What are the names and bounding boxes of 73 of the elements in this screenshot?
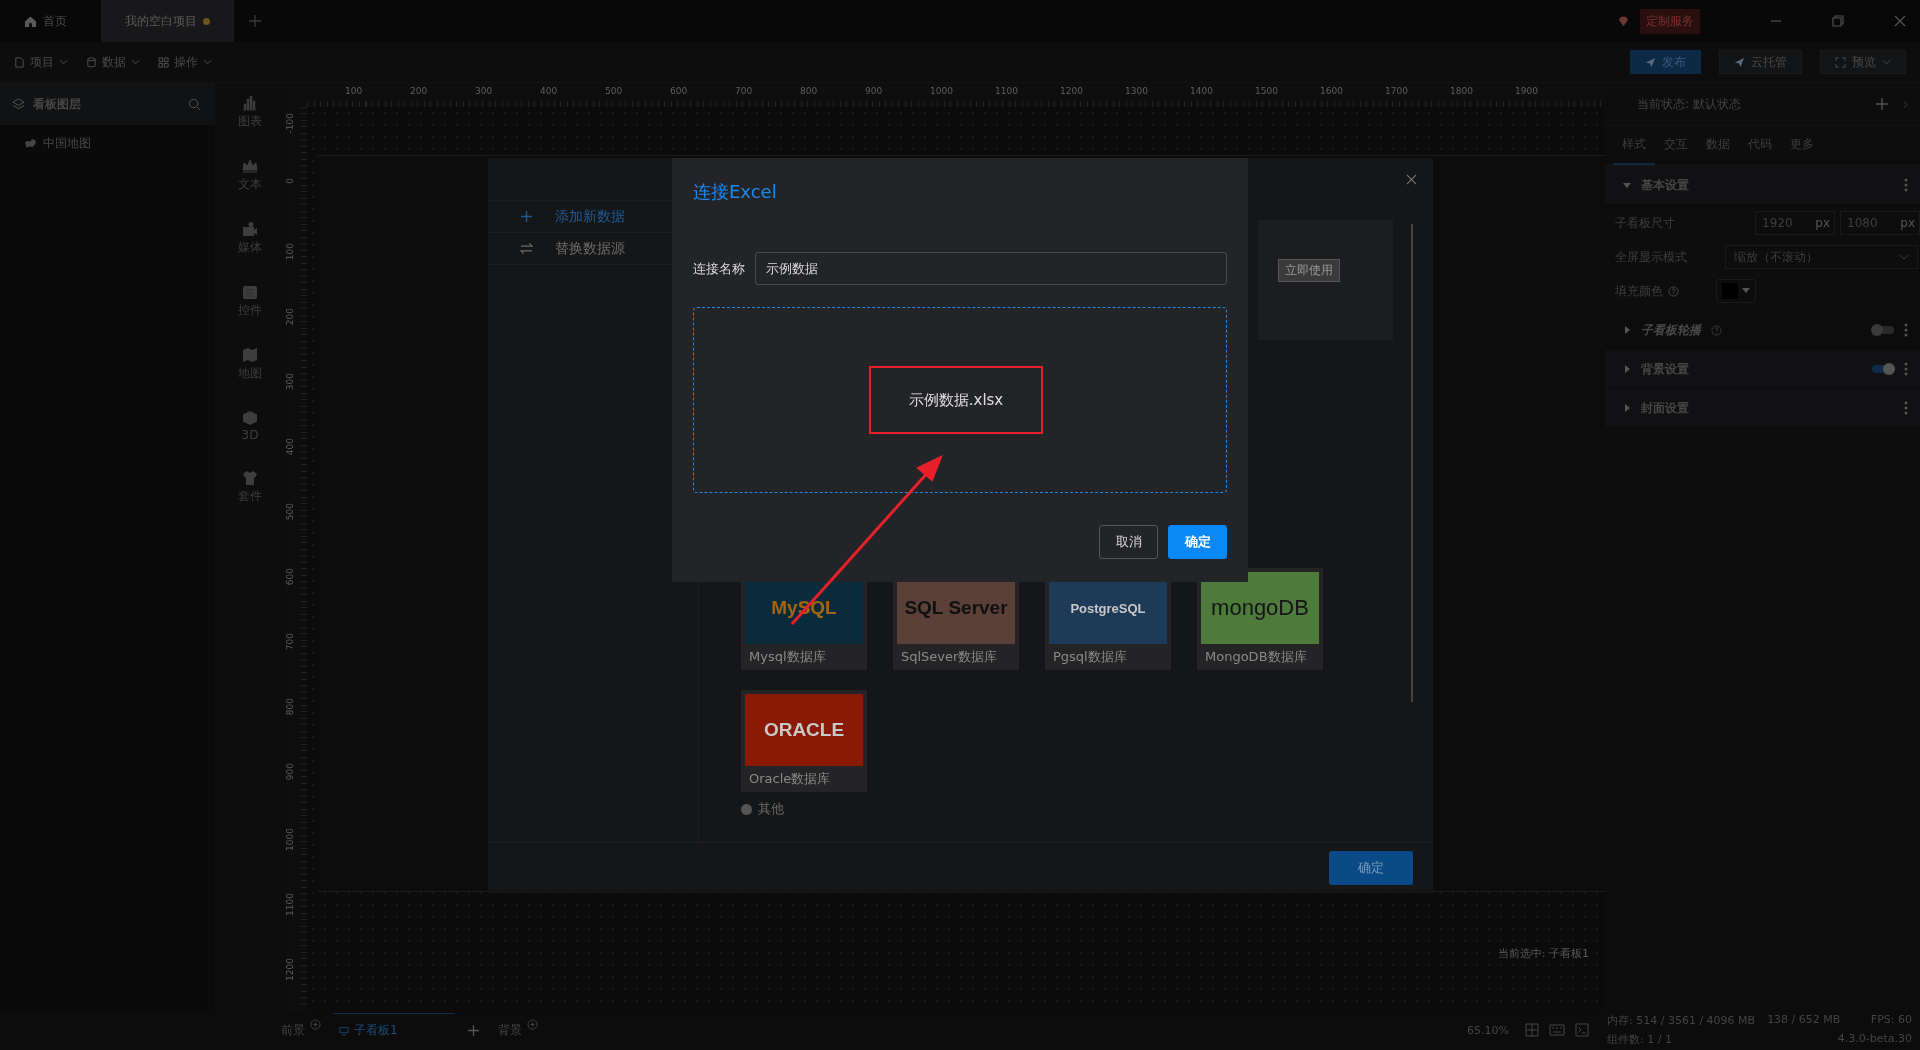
- chevron-down-icon: [1899, 254, 1909, 260]
- document-tab[interactable]: 我的空白项目: [101, 0, 234, 42]
- home-icon: [24, 14, 37, 28]
- database-icon: [86, 56, 97, 68]
- custom-service-button[interactable]: 定制服务: [1640, 8, 1700, 34]
- plus-icon: [520, 210, 533, 223]
- radio-icon[interactable]: [741, 803, 752, 815]
- scrollbar[interactable]: [1411, 224, 1413, 702]
- add-circle-icon[interactable]: [527, 1018, 538, 1030]
- version-label: 4.3.0-beta.30: [1837, 1032, 1912, 1047]
- dialog-button[interactable]: 取消: [1099, 525, 1158, 559]
- database-tile[interactable]: ORACLE Oracle数据库: [741, 690, 867, 792]
- add-circle-icon[interactable]: [310, 1018, 321, 1030]
- diamond-icon: [1617, 14, 1630, 28]
- caret-icon: [1623, 326, 1631, 334]
- keyboard-icon[interactable]: [1549, 1024, 1565, 1036]
- close-icon[interactable]: [1406, 174, 1417, 185]
- caret-icon: [1623, 365, 1631, 373]
- fullscreen-icon: [1835, 56, 1846, 68]
- chevron-down-icon: [59, 59, 68, 65]
- caret-icon: [1623, 181, 1631, 189]
- more-icon[interactable]: [1904, 401, 1908, 415]
- chevron-down-icon: [1882, 59, 1891, 65]
- menu-item[interactable]: 操作: [158, 53, 212, 71]
- send-icon: [1645, 56, 1656, 68]
- caret-down-icon: [1742, 288, 1750, 294]
- database-tile[interactable]: mongoDB MongoDB数据库: [1197, 568, 1323, 670]
- chevron-down-icon: [131, 59, 140, 65]
- map-icon: [242, 347, 258, 363]
- list-icon: [242, 284, 258, 300]
- fps-counter: FPS: 60: [1870, 1013, 1912, 1028]
- layers-icon: [12, 97, 25, 111]
- document-icon: [14, 56, 25, 68]
- help-icon[interactable]: [1668, 285, 1679, 297]
- selection-note: 当前选中: 子看板1: [1497, 946, 1589, 961]
- plus-icon[interactable]: [467, 1023, 480, 1037]
- grid-icon: [158, 56, 169, 68]
- restore-icon[interactable]: [1832, 15, 1844, 27]
- zoom-level[interactable]: 65.10%: [1467, 1023, 1509, 1037]
- more-icon[interactable]: [1904, 178, 1908, 192]
- add-tab-icon[interactable]: [248, 14, 262, 28]
- video-camera-icon: [242, 221, 258, 237]
- group-label: 其他: [758, 800, 784, 818]
- file-name: 示例数据.xlsx: [908, 390, 1004, 410]
- document-tab[interactable]: 首页: [0, 0, 91, 42]
- dialog-title: 连接Excel: [693, 180, 778, 204]
- terminal-icon[interactable]: [1575, 1023, 1589, 1037]
- send-icon: [1734, 56, 1745, 68]
- gpu-memory-usage: 138 / 652 MB: [1767, 1013, 1841, 1028]
- confirm-button[interactable]: 确定: [1329, 851, 1413, 885]
- database-logo: ORACLE: [745, 694, 863, 766]
- chevron-down-icon: [203, 59, 212, 65]
- close-icon[interactable]: [1894, 15, 1906, 27]
- toggle-switch[interactable]: [1872, 365, 1894, 373]
- fit-screen-icon[interactable]: [1525, 1023, 1539, 1037]
- use-now-button[interactable]: 立即使用: [1278, 258, 1340, 282]
- more-icon[interactable]: [1904, 362, 1908, 376]
- color-picker[interactable]: [1716, 279, 1756, 303]
- search-icon[interactable]: [188, 97, 201, 111]
- monitor-icon: [339, 1025, 349, 1036]
- dialog-button[interactable]: 确定: [1168, 525, 1227, 559]
- crown-icon: [242, 158, 258, 174]
- map-icon: [24, 138, 37, 149]
- plus-icon[interactable]: [1875, 97, 1889, 111]
- board-tab[interactable]: 子看板1: [333, 1012, 455, 1048]
- swap-icon: [520, 242, 533, 255]
- bar-chart-icon: [242, 95, 258, 111]
- connection-name-field[interactable]: 示例数据: [755, 252, 1227, 285]
- caret-icon: [1623, 404, 1631, 412]
- shirt-icon: [242, 470, 258, 486]
- cube-icon: [242, 410, 258, 426]
- chevron-right-icon[interactable]: [1903, 99, 1908, 109]
- database-logo: mongoDB: [1201, 572, 1319, 644]
